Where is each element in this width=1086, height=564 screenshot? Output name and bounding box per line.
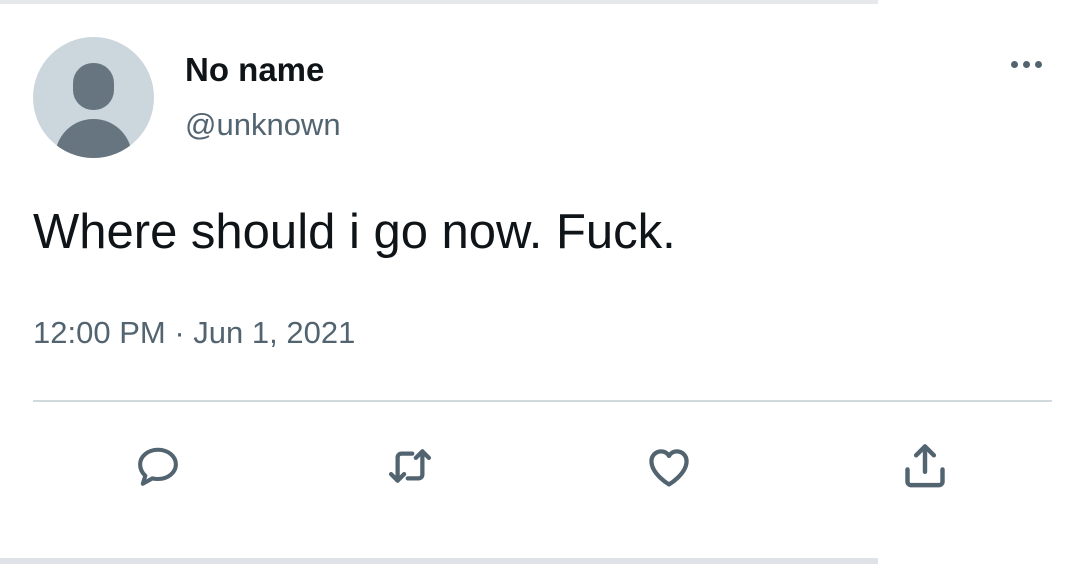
avatar[interactable] [33, 37, 154, 158]
user-handle[interactable]: @unknown [185, 106, 341, 144]
tweet-card: No name @unknown Where should i go now. … [0, 0, 1086, 564]
more-dot [1034, 60, 1042, 68]
tweet-time: 12:00 PM [33, 315, 166, 350]
reply-button[interactable] [129, 437, 187, 495]
divider [33, 400, 1052, 402]
share-button[interactable] [896, 437, 954, 495]
reply-icon [138, 447, 178, 486]
meta-separator: · [174, 315, 185, 350]
more-dot [1022, 60, 1030, 68]
top-edge [0, 0, 878, 4]
avatar-body-shape [55, 119, 132, 158]
retweet-button[interactable] [381, 437, 439, 495]
more-horizontal-icon [1010, 60, 1018, 68]
heart-icon [649, 449, 689, 487]
tweet-date: Jun 1, 2021 [193, 315, 356, 350]
share-icon [905, 444, 945, 488]
retweet-icon [388, 449, 432, 483]
tweet-text: Where should i go now. Fuck. [33, 205, 676, 259]
more-options-button[interactable] [1002, 52, 1050, 76]
tweet-timestamp[interactable]: 12:00 PM · Jun 1, 2021 [33, 313, 355, 353]
display-name[interactable]: No name [185, 50, 324, 90]
like-button[interactable] [640, 437, 698, 495]
bottom-edge [0, 558, 878, 564]
avatar-head-shape [73, 63, 114, 110]
